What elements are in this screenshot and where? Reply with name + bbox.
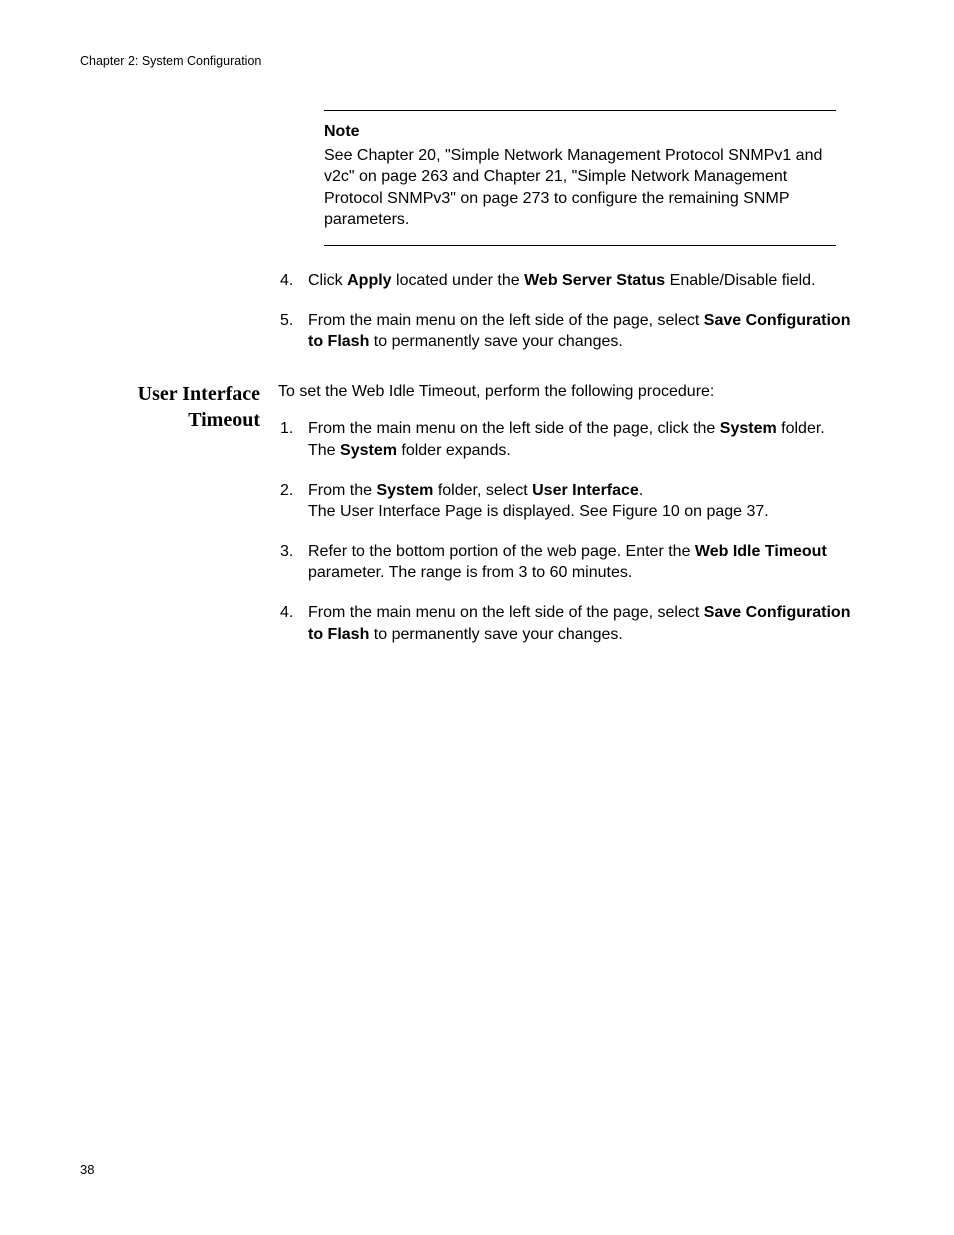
text: to permanently save your changes. xyxy=(369,626,622,643)
text: to permanently save your changes. xyxy=(369,333,622,350)
step-body: From the main menu on the left side of t… xyxy=(308,418,874,461)
text: The xyxy=(308,442,340,459)
bold-text: System xyxy=(376,482,433,499)
bold-text: Web Idle Timeout xyxy=(695,543,827,560)
step-body: From the System folder, select User Inte… xyxy=(308,480,874,523)
text: parameter. The range is from 3 to 60 min… xyxy=(308,564,632,581)
step-body: From the main menu on the left side of t… xyxy=(308,310,874,353)
step-item: 5. From the main menu on the left side o… xyxy=(278,310,874,353)
note-title: Note xyxy=(324,121,836,143)
step-item: 1. From the main menu on the left side o… xyxy=(278,418,874,461)
heading-line2: Timeout xyxy=(188,409,260,431)
step-item: 3. Refer to the bottom portion of the we… xyxy=(278,541,874,584)
section-intro: To set the Web Idle Timeout, perform the… xyxy=(278,381,874,403)
text: folder. xyxy=(777,420,825,437)
step-number: 4. xyxy=(278,602,308,645)
step-body: Click Apply located under the Web Server… xyxy=(308,270,874,292)
chapter-header: Chapter 2: System Configuration xyxy=(80,54,261,68)
text: Enable/Disable field. xyxy=(665,272,815,289)
text: Click xyxy=(308,272,347,289)
bold-text: Web Server Status xyxy=(524,272,665,289)
bold-text: System xyxy=(340,442,397,459)
text: folder expands. xyxy=(397,442,511,459)
step-number: 1. xyxy=(278,418,308,461)
text: folder, select xyxy=(433,482,532,499)
step-body: From the main menu on the left side of t… xyxy=(308,602,874,645)
text: From the main menu on the left side of t… xyxy=(308,604,704,621)
text: The User Interface Page is displayed. Se… xyxy=(308,503,769,520)
page-content: Note See Chapter 20, "Simple Network Man… xyxy=(80,110,874,663)
heading-line1: User Interface xyxy=(138,383,260,405)
step-number: 2. xyxy=(278,480,308,523)
step-item: 2. From the System folder, select User I… xyxy=(278,480,874,523)
bold-text: User Interface xyxy=(532,482,639,499)
bold-text: Apply xyxy=(347,272,391,289)
note-box: Note See Chapter 20, "Simple Network Man… xyxy=(324,110,836,246)
section-heading: User Interface Timeout xyxy=(80,381,260,433)
text: . xyxy=(639,482,643,499)
step-number: 4. xyxy=(278,270,308,292)
text: From the main menu on the left side of t… xyxy=(308,420,720,437)
page-number: 38 xyxy=(80,1162,94,1177)
bold-text: System xyxy=(720,420,777,437)
text: From the xyxy=(308,482,376,499)
step-body: Refer to the bottom portion of the web p… xyxy=(308,541,874,584)
step-number: 3. xyxy=(278,541,308,584)
note-body: See Chapter 20, "Simple Network Manageme… xyxy=(324,145,836,231)
step-number: 5. xyxy=(278,310,308,353)
text: located under the xyxy=(392,272,525,289)
step-list-b: 1. From the main menu on the left side o… xyxy=(278,418,874,645)
step-list-a: 4. Click Apply located under the Web Ser… xyxy=(278,270,874,353)
text: From the main menu on the left side of t… xyxy=(308,312,704,329)
step-item: 4. Click Apply located under the Web Ser… xyxy=(278,270,874,292)
text: Refer to the bottom portion of the web p… xyxy=(308,543,695,560)
step-item: 4. From the main menu on the left side o… xyxy=(278,602,874,645)
